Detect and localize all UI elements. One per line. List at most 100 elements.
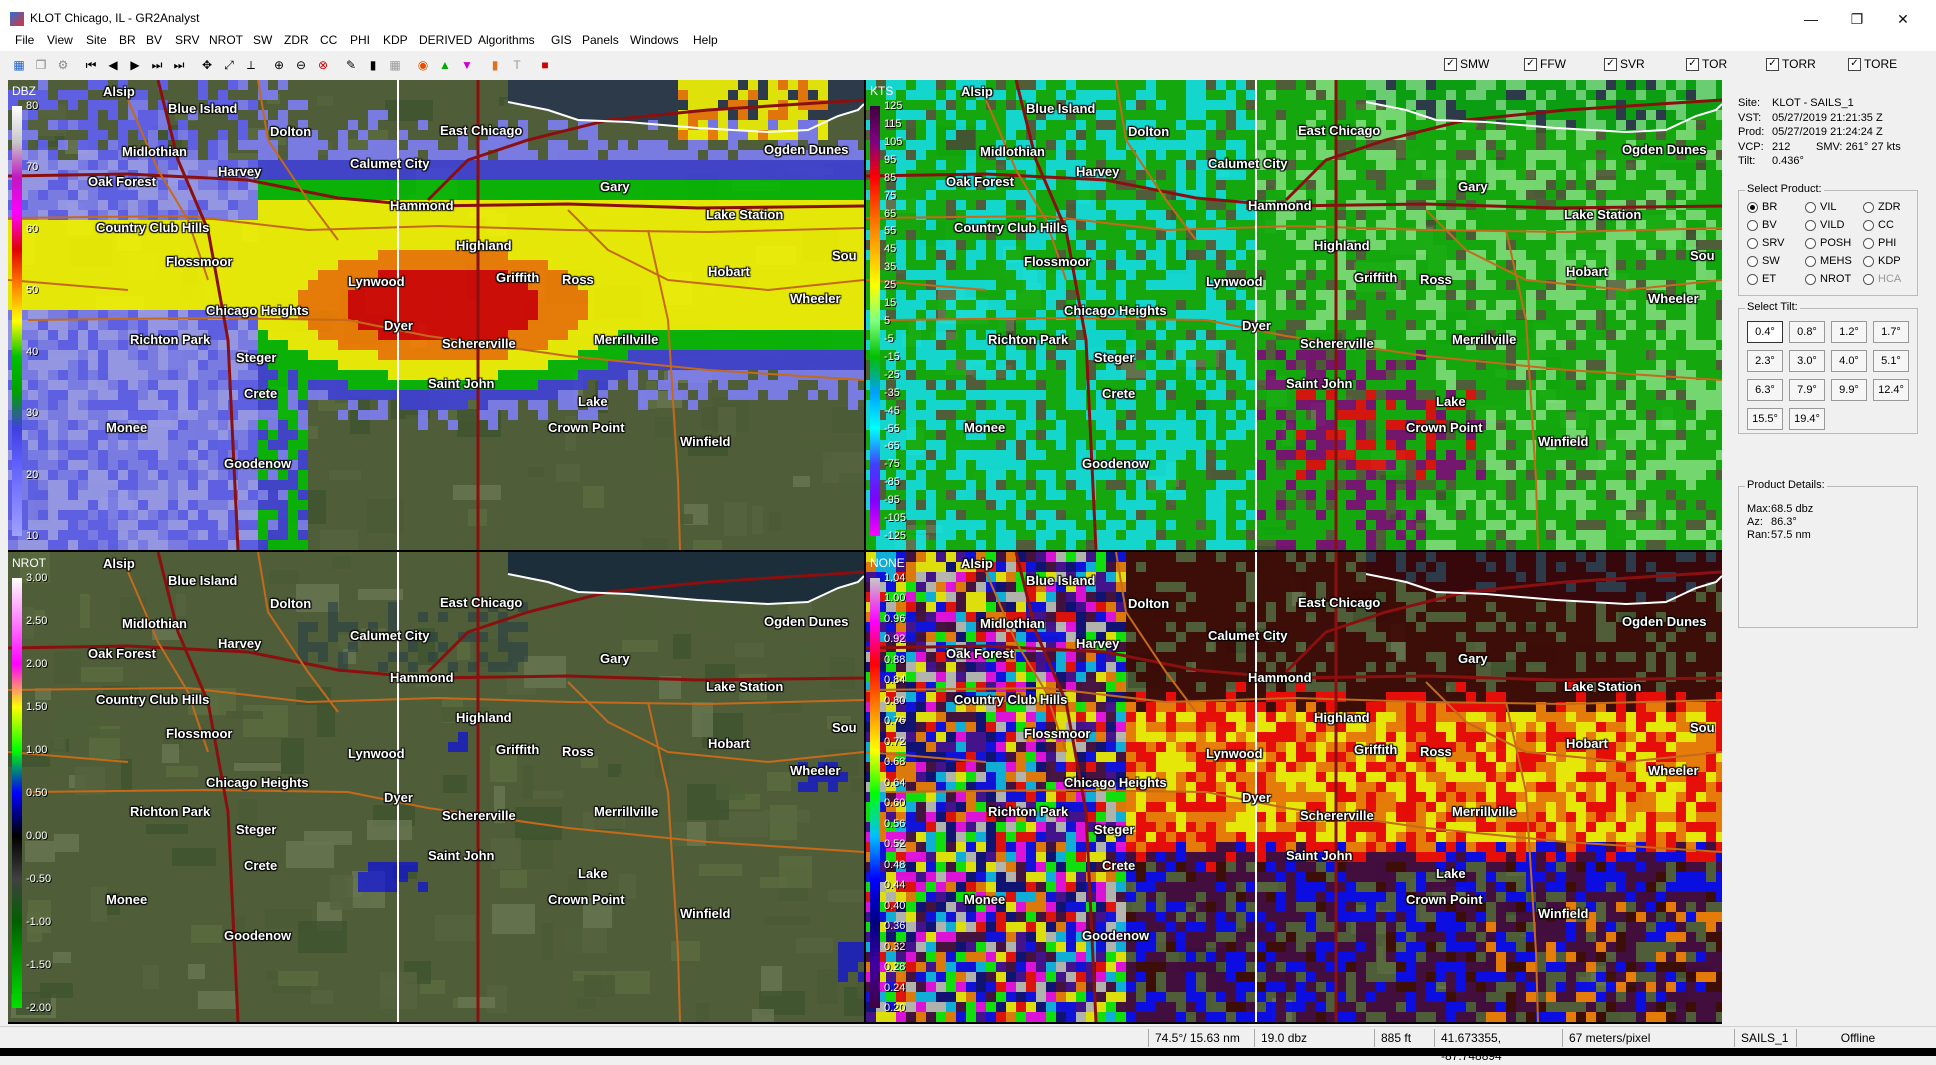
radar-echo: [976, 110, 986, 120]
radar-echo: [1026, 290, 1036, 300]
checkbox-icon[interactable]: ✓: [1686, 58, 1699, 71]
radar-echo: [88, 410, 98, 420]
first-frame-icon[interactable]: ⏮: [82, 56, 100, 74]
warning-toggle-ffw[interactable]: ✓FFW: [1524, 57, 1566, 71]
move-icon[interactable]: ✥: [198, 56, 216, 74]
last-frame-icon[interactable]: ⏭: [170, 56, 188, 74]
record-icon[interactable]: ■: [536, 56, 554, 74]
menu-panels[interactable]: Panels: [582, 33, 619, 47]
menu-derived[interactable]: DERIVED: [419, 33, 472, 47]
radar-echo: [218, 430, 228, 440]
measure-icon[interactable]: ⤢: [220, 56, 238, 74]
grid-icon[interactable]: ▦: [386, 56, 404, 74]
radar-echo: [118, 130, 128, 140]
menu-view[interactable]: View: [47, 33, 73, 47]
play-icon[interactable]: ▶: [126, 56, 144, 74]
warning-toggle-smw[interactable]: ✓SMW: [1444, 57, 1489, 71]
radar-echo: [648, 280, 658, 290]
radar-echo: [238, 280, 248, 290]
radar-echo: [1586, 140, 1596, 150]
menu-srv[interactable]: SRV: [175, 33, 199, 47]
radar-echo: [1466, 270, 1476, 280]
menu-nrot[interactable]: NROT: [209, 33, 243, 47]
menu-kdp[interactable]: KDP: [383, 33, 408, 47]
maximize-button[interactable]: ❐: [1834, 5, 1880, 33]
close-button[interactable]: ✕: [1880, 5, 1926, 33]
checkbox-icon[interactable]: ✓: [1766, 58, 1779, 71]
radar-echo: [118, 370, 128, 380]
text-icon[interactable]: T: [508, 56, 526, 74]
checkbox-icon[interactable]: ✓: [1524, 58, 1537, 71]
radar-echo: [448, 160, 458, 170]
meso-up-icon[interactable]: ▲: [436, 56, 454, 74]
zoom-in-icon[interactable]: ⊕: [270, 56, 288, 74]
radar-echo: [528, 170, 538, 180]
radar-echo: [628, 320, 638, 330]
radar-echo: [638, 360, 648, 370]
radar-echo: [568, 290, 578, 300]
marker-icon[interactable]: ▮: [486, 56, 504, 74]
warning-toggle-torr[interactable]: ✓TORR: [1766, 57, 1816, 71]
reflectivity-pane[interactable]: AlsipBlue IslandDoltonEast ChicagoOgden …: [8, 80, 864, 550]
prev-frame-icon[interactable]: ◀: [104, 56, 122, 74]
menu-zdr[interactable]: ZDR: [284, 33, 309, 47]
menu-phi[interactable]: PHI: [350, 33, 370, 47]
radar-echo: [98, 100, 108, 110]
radar-echo: [1716, 190, 1722, 200]
checkbox-icon[interactable]: ✓: [1444, 58, 1457, 71]
radar-echo: [338, 160, 348, 170]
menu-help[interactable]: Help: [693, 33, 718, 47]
velocity-pane[interactable]: AlsipBlue IslandDoltonEast ChicagoOgden …: [866, 80, 1722, 550]
pencil-icon[interactable]: ✎: [342, 56, 360, 74]
next-frame-icon[interactable]: ⏭: [148, 56, 166, 74]
warning-toggle-svr[interactable]: ✓SVR: [1604, 57, 1645, 71]
menu-bv[interactable]: BV: [146, 33, 162, 47]
menu-algorithms[interactable]: Algorithms: [478, 33, 535, 47]
radar-echo: [588, 160, 598, 170]
minimize-button[interactable]: —: [1788, 5, 1834, 33]
menu-site[interactable]: Site: [86, 33, 107, 47]
radar-echo: [956, 200, 966, 210]
radar-echo: [378, 240, 388, 250]
radar-echo: [198, 460, 208, 470]
radar-echo: [1516, 260, 1526, 270]
city-label: Hobart: [708, 264, 750, 279]
warning-toggle-tore[interactable]: ✓TORE: [1848, 57, 1897, 71]
radar-echo: [88, 190, 98, 200]
menu-cc[interactable]: CC: [320, 33, 337, 47]
open-icon[interactable]: ▦: [10, 56, 28, 74]
radar-echo: [418, 350, 428, 360]
radar-echo: [118, 190, 128, 200]
menu-windows[interactable]: Windows: [630, 33, 679, 47]
zoom-reset-icon[interactable]: ⊗: [314, 56, 332, 74]
meso-down-icon[interactable]: ▼: [458, 56, 476, 74]
radar-echo: [658, 140, 668, 150]
radar-echo: [748, 80, 758, 90]
menu-gis[interactable]: GIS: [551, 33, 572, 47]
zoom-out-icon[interactable]: ⊖: [292, 56, 310, 74]
radar-echo: [1606, 120, 1616, 130]
radar-echo: [986, 160, 996, 170]
checkbox-icon[interactable]: ✓: [1848, 58, 1861, 71]
copy-icon[interactable]: ❐: [32, 56, 50, 74]
radar-echo: [118, 360, 128, 370]
menu-file[interactable]: File: [15, 33, 34, 47]
warning-toggle-tor[interactable]: ✓TOR: [1686, 57, 1727, 71]
storm-icon[interactable]: ◉: [414, 56, 432, 74]
radar-echo: [1166, 140, 1176, 150]
radar-echo: [778, 300, 788, 310]
menu-sw[interactable]: SW: [253, 33, 272, 47]
radar-echo: [48, 350, 58, 360]
radar-echo: [1696, 210, 1706, 220]
checkbox-icon[interactable]: ✓: [1604, 58, 1617, 71]
radar-echo: [108, 340, 118, 350]
radar-echo: [578, 360, 588, 370]
menu-br[interactable]: BR: [119, 33, 136, 47]
settings-icon[interactable]: ⚙: [54, 56, 72, 74]
radar-echo: [578, 380, 588, 390]
eraser-icon[interactable]: ▮: [364, 56, 382, 74]
cross-section-icon[interactable]: ⟂: [242, 56, 260, 74]
radar-echo: [1306, 100, 1316, 110]
radar-echo: [318, 360, 328, 370]
radar-echo: [338, 130, 348, 140]
